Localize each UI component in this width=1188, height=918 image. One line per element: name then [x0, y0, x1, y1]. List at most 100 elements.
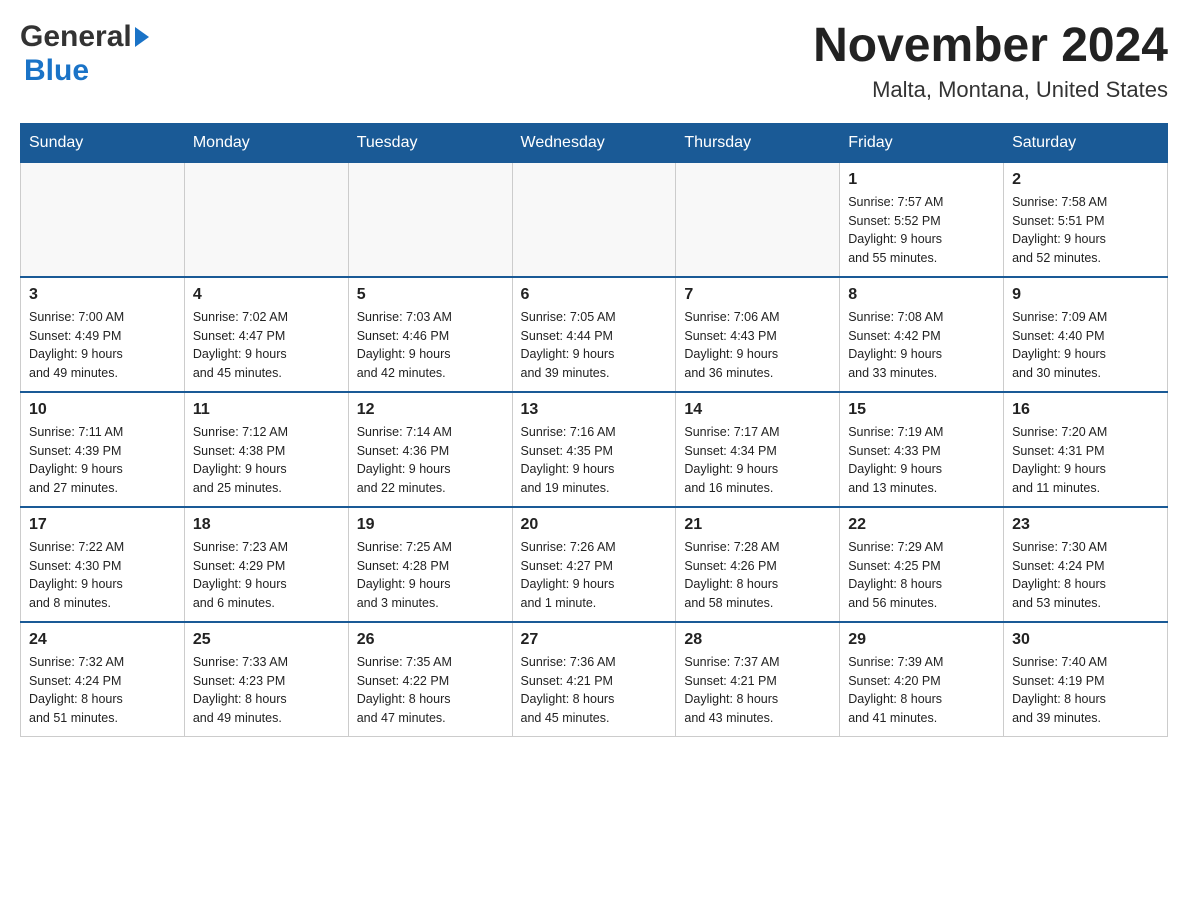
day-number: 3 — [29, 286, 176, 304]
header-wednesday: Wednesday — [512, 123, 676, 162]
table-row: 14 Sunrise: 7:17 AM Sunset: 4:34 PM Dayli… — [676, 392, 840, 507]
table-row: 30Sunrise: 7:40 AM Sunset: 4:19 PM Dayli… — [1004, 622, 1168, 737]
day-number: 21 — [684, 516, 831, 534]
table-row: 18Sunrise: 7:23 AM Sunset: 4:29 PM Dayli… — [184, 507, 348, 622]
day-info: Sunrise: 7:26 AM Sunset: 4:27 PM Dayligh… — [521, 538, 668, 613]
day-number: 16 — [1012, 401, 1159, 419]
day-info: Sunrise: 7:16 AM Sunset: 4:35 PM Dayligh… — [521, 423, 668, 498]
day-number: 25 — [193, 631, 340, 649]
day-info: Sunrise: 7:06 AM Sunset: 4:43 PM Dayligh… — [684, 308, 831, 383]
table-row: 29 Sunrise: 7:39 AM Sunset: 4:20 PM Dayli… — [840, 622, 1004, 737]
title-section: November 2024 Malta, Montana, United Sta… — [813, 20, 1168, 103]
day-info: Sunrise: 7:58 AM Sunset: 5:51 PM Dayligh… — [1012, 193, 1159, 268]
day-info: Sunrise: 7:19 AM Sunset: 4:33 PM Dayligh… — [848, 423, 995, 498]
table-row — [512, 162, 676, 277]
day-number: 19 — [357, 516, 504, 534]
day-number: 6 — [521, 286, 668, 304]
day-info: Sunrise: 7:28 AM Sunset: 4:26 PM Dayligh… — [684, 538, 831, 613]
table-row: 19 Sunrise: 7:25 AM Sunset: 4:28 PM Dayli… — [348, 507, 512, 622]
header-friday: Friday — [840, 123, 1004, 162]
header-tuesday: Tuesday — [348, 123, 512, 162]
table-row: 10 Sunrise: 7:11 AM Sunset: 4:39 PM Dayli… — [21, 392, 185, 507]
logo: General Blue — [20, 20, 151, 88]
day-info: Sunrise: 7:05 AM Sunset: 4:44 PM Dayligh… — [521, 308, 668, 383]
day-number: 20 — [521, 516, 668, 534]
day-info: Sunrise: 7:20 AM Sunset: 4:31 PM Dayligh… — [1012, 423, 1159, 498]
day-info: Sunrise: 7:11 AM Sunset: 4:39 PM Dayligh… — [29, 423, 176, 498]
day-info: Sunrise: 7:39 AM Sunset: 4:20 PM Dayligh… — [848, 653, 995, 728]
day-info: Sunrise: 7:40 AM Sunset: 4:19 PM Dayligh… — [1012, 653, 1159, 728]
table-row: 21 Sunrise: 7:28 AM Sunset: 4:26 PM Dayli… — [676, 507, 840, 622]
table-row: 2 Sunrise: 7:58 AM Sunset: 5:51 PM Daylig… — [1004, 162, 1168, 277]
day-number: 13 — [521, 401, 668, 419]
day-number: 2 — [1012, 171, 1159, 189]
day-number: 22 — [848, 516, 995, 534]
calendar-week-row: 24 Sunrise: 7:32 AM Sunset: 4:24 PM Dayli… — [21, 622, 1168, 737]
day-info: Sunrise: 7:00 AM Sunset: 4:49 PM Dayligh… — [29, 308, 176, 383]
day-number: 29 — [848, 631, 995, 649]
day-number: 9 — [1012, 286, 1159, 304]
table-row: 22Sunrise: 7:29 AM Sunset: 4:25 PM Dayli… — [840, 507, 1004, 622]
table-row: 25 Sunrise: 7:33 AM Sunset: 4:23 PM Dayli… — [184, 622, 348, 737]
table-row — [676, 162, 840, 277]
table-row — [21, 162, 185, 277]
table-row: 17Sunrise: 7:22 AM Sunset: 4:30 PM Dayli… — [21, 507, 185, 622]
table-row: 26 Sunrise: 7:35 AM Sunset: 4:22 PM Dayli… — [348, 622, 512, 737]
day-info: Sunrise: 7:37 AM Sunset: 4:21 PM Dayligh… — [684, 653, 831, 728]
day-number: 28 — [684, 631, 831, 649]
calendar-week-row: 17Sunrise: 7:22 AM Sunset: 4:30 PM Dayli… — [21, 507, 1168, 622]
day-number: 26 — [357, 631, 504, 649]
day-info: Sunrise: 7:32 AM Sunset: 4:24 PM Dayligh… — [29, 653, 176, 728]
table-row: 5 Sunrise: 7:03 AM Sunset: 4:46 PM Daylig… — [348, 277, 512, 392]
day-info: Sunrise: 7:09 AM Sunset: 4:40 PM Dayligh… — [1012, 308, 1159, 383]
day-info: Sunrise: 7:02 AM Sunset: 4:47 PM Dayligh… — [193, 308, 340, 383]
calendar-week-row: 3 Sunrise: 7:00 AM Sunset: 4:49 PM Daylig… — [21, 277, 1168, 392]
header-sunday: Sunday — [21, 123, 185, 162]
calendar-header-row: Sunday Monday Tuesday Wednesday Thursday… — [21, 123, 1168, 162]
table-row: 27Sunrise: 7:36 AM Sunset: 4:21 PM Dayli… — [512, 622, 676, 737]
day-info: Sunrise: 7:03 AM Sunset: 4:46 PM Dayligh… — [357, 308, 504, 383]
day-info: Sunrise: 7:30 AM Sunset: 4:24 PM Dayligh… — [1012, 538, 1159, 613]
day-number: 8 — [848, 286, 995, 304]
day-number: 24 — [29, 631, 176, 649]
table-row: 23Sunrise: 7:30 AM Sunset: 4:24 PM Dayli… — [1004, 507, 1168, 622]
table-row: 1 Sunrise: 7:57 AM Sunset: 5:52 PM Daylig… — [840, 162, 1004, 277]
day-number: 5 — [357, 286, 504, 304]
day-info: Sunrise: 7:57 AM Sunset: 5:52 PM Dayligh… — [848, 193, 995, 268]
table-row: 3 Sunrise: 7:00 AM Sunset: 4:49 PM Daylig… — [21, 277, 185, 392]
table-row: 24 Sunrise: 7:32 AM Sunset: 4:24 PM Dayli… — [21, 622, 185, 737]
logo-general-text: General — [20, 20, 132, 54]
table-row: 12 Sunrise: 7:14 AM Sunset: 4:36 PM Dayli… — [348, 392, 512, 507]
day-info: Sunrise: 7:33 AM Sunset: 4:23 PM Dayligh… — [193, 653, 340, 728]
day-number: 10 — [29, 401, 176, 419]
day-info: Sunrise: 7:25 AM Sunset: 4:28 PM Dayligh… — [357, 538, 504, 613]
page-header: General Blue November 2024 Malta, Montan… — [20, 20, 1168, 103]
table-row — [184, 162, 348, 277]
table-row: 7Sunrise: 7:06 AM Sunset: 4:43 PM Daylig… — [676, 277, 840, 392]
day-info: Sunrise: 7:17 AM Sunset: 4:34 PM Dayligh… — [684, 423, 831, 498]
day-info: Sunrise: 7:35 AM Sunset: 4:22 PM Dayligh… — [357, 653, 504, 728]
header-saturday: Saturday — [1004, 123, 1168, 162]
calendar-table: Sunday Monday Tuesday Wednesday Thursday… — [20, 123, 1168, 737]
calendar-week-row: 1 Sunrise: 7:57 AM Sunset: 5:52 PM Daylig… — [21, 162, 1168, 277]
day-number: 1 — [848, 171, 995, 189]
day-number: 11 — [193, 401, 340, 419]
day-number: 14 — [684, 401, 831, 419]
location: Malta, Montana, United States — [813, 77, 1168, 103]
table-row: 16 Sunrise: 7:20 AM Sunset: 4:31 PM Dayli… — [1004, 392, 1168, 507]
table-row: 13 Sunrise: 7:16 AM Sunset: 4:35 PM Dayli… — [512, 392, 676, 507]
header-monday: Monday — [184, 123, 348, 162]
table-row: 4 Sunrise: 7:02 AM Sunset: 4:47 PM Daylig… — [184, 277, 348, 392]
day-info: Sunrise: 7:14 AM Sunset: 4:36 PM Dayligh… — [357, 423, 504, 498]
table-row: 11 Sunrise: 7:12 AM Sunset: 4:38 PM Dayli… — [184, 392, 348, 507]
month-title: November 2024 — [813, 20, 1168, 73]
day-info: Sunrise: 7:12 AM Sunset: 4:38 PM Dayligh… — [193, 423, 340, 498]
day-number: 4 — [193, 286, 340, 304]
day-number: 12 — [357, 401, 504, 419]
header-thursday: Thursday — [676, 123, 840, 162]
table-row: 28 Sunrise: 7:37 AM Sunset: 4:21 PM Dayli… — [676, 622, 840, 737]
table-row: 20 Sunrise: 7:26 AM Sunset: 4:27 PM Dayli… — [512, 507, 676, 622]
calendar-week-row: 10 Sunrise: 7:11 AM Sunset: 4:39 PM Dayli… — [21, 392, 1168, 507]
day-info: Sunrise: 7:22 AM Sunset: 4:30 PM Dayligh… — [29, 538, 176, 613]
table-row: 9 Sunrise: 7:09 AM Sunset: 4:40 PM Daylig… — [1004, 277, 1168, 392]
